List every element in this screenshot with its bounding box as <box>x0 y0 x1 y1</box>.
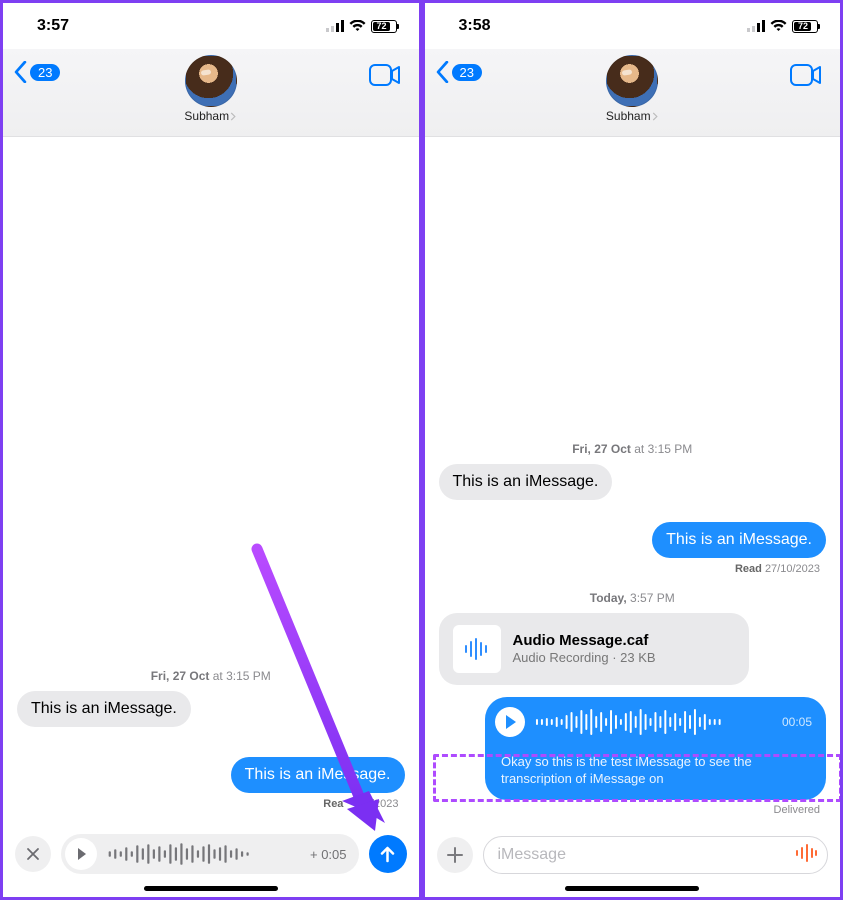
outgoing-message[interactable]: This is an iMessage. <box>231 757 405 793</box>
chevron-left-icon <box>13 61 28 83</box>
timestamp: Fri, 27 Oct at 3:15 PM <box>439 442 827 456</box>
incoming-message[interactable]: This is an iMessage. <box>17 691 191 727</box>
chevron-right-icon <box>652 112 659 121</box>
outgoing-audio-message[interactable]: 00:05 Okay so this is the test iMessage … <box>485 697 826 800</box>
attachment-title: Audio Message.caf <box>513 632 656 649</box>
home-indicator[interactable] <box>565 886 699 891</box>
conversation-body: Fri, 27 Oct at 3:15 PM This is an iMessa… <box>425 137 841 826</box>
outgoing-message[interactable]: This is an iMessage. <box>652 522 826 558</box>
contact-header[interactable]: Subham <box>184 55 237 123</box>
back-button[interactable]: 23 <box>435 61 482 83</box>
wifi-icon <box>349 20 366 32</box>
cellular-icon <box>326 20 344 32</box>
waveform-icon <box>107 843 300 865</box>
input-placeholder: iMessage <box>498 846 566 864</box>
status-icons: 72 <box>747 20 818 33</box>
avatar <box>606 55 658 107</box>
audio-transcript: Okay so this is the test iMessage to see… <box>485 747 826 800</box>
status-time: 3:58 <box>459 17 491 35</box>
audio-preview-pill[interactable]: + 0:05 <box>61 834 359 874</box>
arrow-up-icon <box>379 846 396 863</box>
conversation-body: Fri, 27 Oct at 3:15 PM This is an iMessa… <box>3 137 419 824</box>
nav-header: 23 Subham <box>425 49 841 137</box>
audio-composer: + 0:05 <box>3 824 419 880</box>
cancel-recording-button[interactable] <box>15 836 51 872</box>
file-thumbnail <box>453 625 501 673</box>
timestamp: Fri, 27 Oct at 3:15 PM <box>17 669 405 683</box>
phone-right: 3:58 72 23 Subham Fri, 27 O <box>422 3 841 897</box>
status-icons: 72 <box>326 20 397 33</box>
soundwave-icon <box>795 844 817 862</box>
status-bar: 3:58 72 <box>425 3 841 49</box>
delivered-receipt: Delivered <box>774 804 820 816</box>
unread-badge: 23 <box>30 64 60 81</box>
close-icon <box>25 846 41 862</box>
incoming-message[interactable]: This is an iMessage. <box>439 464 613 500</box>
contact-name-label: Subham <box>184 109 229 123</box>
message-input[interactable]: iMessage <box>483 836 829 874</box>
unread-badge: 23 <box>452 64 482 81</box>
send-button[interactable] <box>369 835 407 873</box>
attachment-subtitle: Audio Recording · 23 KB <box>513 650 656 665</box>
read-receipt: Rea 0/2023 <box>323 798 398 810</box>
play-icon <box>505 715 517 729</box>
waveform-icon <box>535 708 772 736</box>
play-icon <box>77 848 87 860</box>
play-audio-button[interactable] <box>495 707 525 737</box>
plus-icon <box>446 846 464 864</box>
chevron-left-icon <box>435 61 450 83</box>
status-time: 3:57 <box>37 17 69 35</box>
chevron-right-icon <box>230 112 237 121</box>
avatar <box>185 55 237 107</box>
waveform-icon <box>463 638 491 660</box>
timestamp-today: Today, 3:57 PM <box>439 591 827 605</box>
battery-indicator: 72 <box>792 20 818 33</box>
voice-record-button[interactable] <box>795 844 817 867</box>
read-receipt: Read 27/10/2023 <box>735 563 820 575</box>
facetime-button[interactable] <box>369 63 401 92</box>
wifi-icon <box>770 20 787 32</box>
battery-indicator: 72 <box>371 20 397 33</box>
nav-header: 23 Subham <box>3 49 419 137</box>
play-preview-button[interactable] <box>65 838 97 870</box>
audio-attachment-card[interactable]: Audio Message.caf Audio Recording · 23 K… <box>439 613 749 685</box>
recording-duration: + 0:05 <box>310 847 347 862</box>
cellular-icon <box>747 20 765 32</box>
facetime-button[interactable] <box>790 63 822 92</box>
add-attachment-button[interactable] <box>437 837 473 873</box>
contact-header[interactable]: Subham <box>606 55 659 123</box>
video-icon <box>790 63 822 87</box>
back-button[interactable]: 23 <box>13 61 60 83</box>
contact-name-label: Subham <box>606 109 651 123</box>
video-icon <box>369 63 401 87</box>
home-indicator[interactable] <box>144 886 278 891</box>
phone-left: 3:57 72 23 Subham Fri, 27 O <box>3 3 422 897</box>
text-composer: iMessage <box>425 826 841 880</box>
audio-duration: 00:05 <box>782 715 812 729</box>
status-bar: 3:57 72 <box>3 3 419 49</box>
